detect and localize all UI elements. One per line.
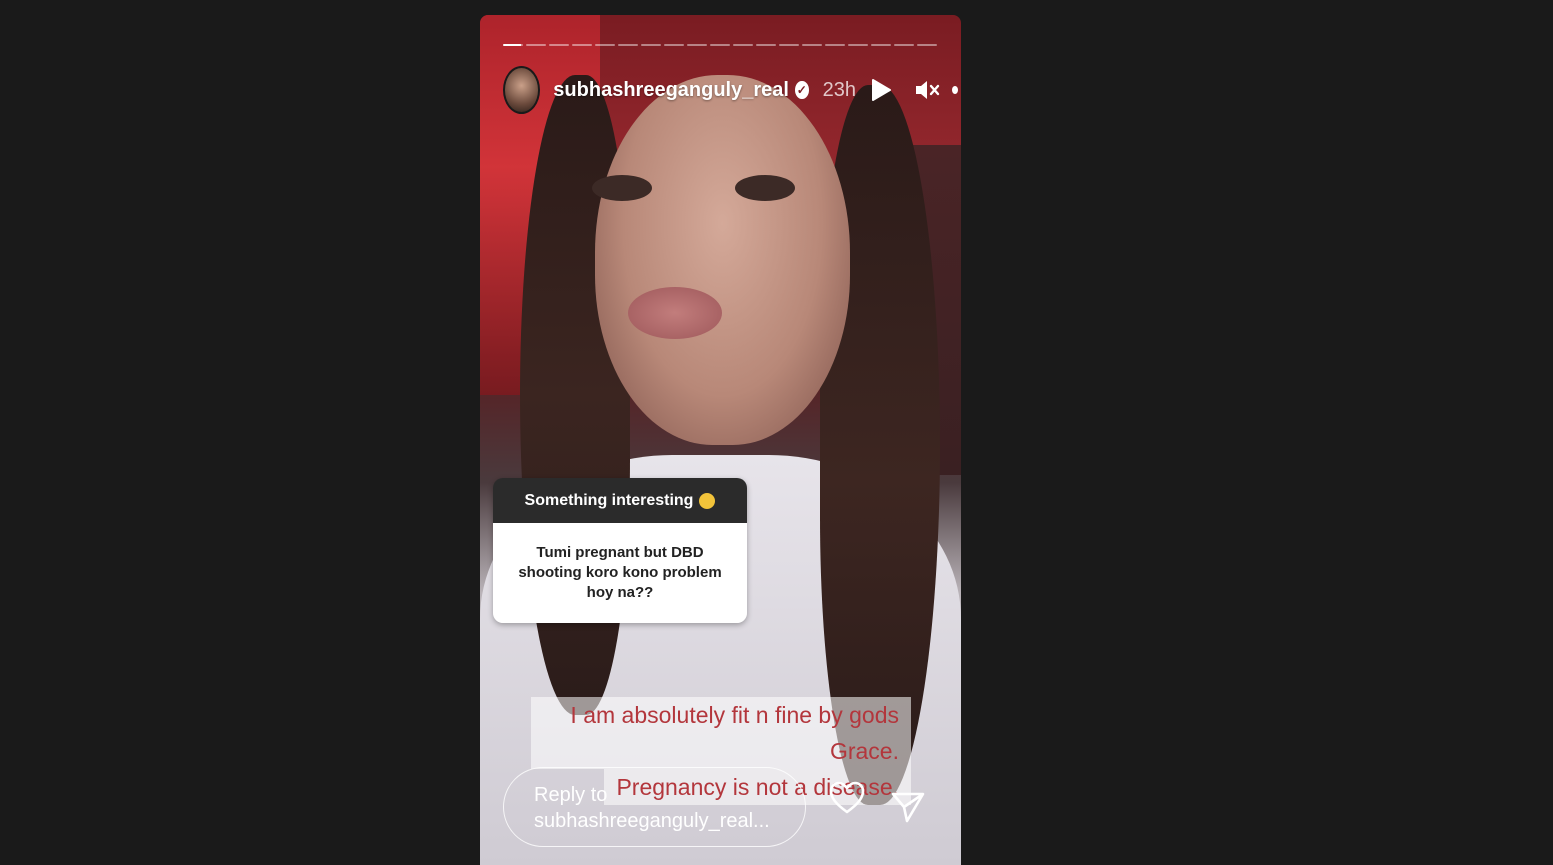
progress-segment [526,44,546,46]
progress-segment [618,44,638,46]
progress-segment [503,44,523,46]
share-button[interactable] [890,790,926,824]
verified-badge-icon: ✓ [794,81,809,99]
play-icon [871,79,891,101]
progress-segment [549,44,569,46]
post-time: 23h [822,78,856,101]
progress-segment [825,44,845,46]
story-eye-left [592,175,652,201]
question-title-text: Something interesting [524,491,694,509]
reply-input[interactable]: Reply to subhashreeganguly_real... [503,767,806,847]
progress-segment [710,44,730,46]
progress-segment [871,44,891,46]
avatar[interactable] [503,66,541,114]
progress-segment [894,44,914,46]
story-viewer[interactable]: subhashreeganguly_real ✓ 23h Something i… [480,15,961,865]
story-header: subhashreeganguly_real ✓ 23h [503,65,958,115]
username[interactable]: subhashreeganguly_real [553,79,789,102]
like-button[interactable] [828,780,866,816]
progress-segment [779,44,799,46]
progress-segment [756,44,776,46]
progress-segment [572,44,592,46]
progress-segment [917,44,937,46]
progress-segment [664,44,684,46]
story-progress-bar [503,44,937,47]
mute-button[interactable] [914,76,940,104]
reply-placeholder-line-1: Reply to [534,784,608,806]
progress-segment [733,44,753,46]
question-text: Tumi pregnant but DBD shooting koro kono… [493,523,747,623]
more-options-icon[interactable] [951,86,958,94]
progress-segment [687,44,707,46]
play-button[interactable] [870,77,892,103]
progress-segment [848,44,868,46]
question-sticker: Something interesting Tumi pregnant but … [493,478,747,623]
reply-placeholder-line-2: subhashreeganguly_real... [534,810,770,832]
thinking-face-icon [699,492,716,509]
heart-icon [829,781,865,814]
story-lips [628,287,722,339]
progress-segment [641,44,661,46]
send-icon [891,792,925,823]
question-title: Something interesting [493,478,747,523]
story-eye-right [735,175,795,201]
speaker-muted-icon [915,81,940,99]
answer-line-1: I am absolutely fit n fine by gods Grace… [531,697,911,769]
story-face [595,75,850,445]
progress-segment [802,44,822,46]
progress-segment [595,44,615,46]
